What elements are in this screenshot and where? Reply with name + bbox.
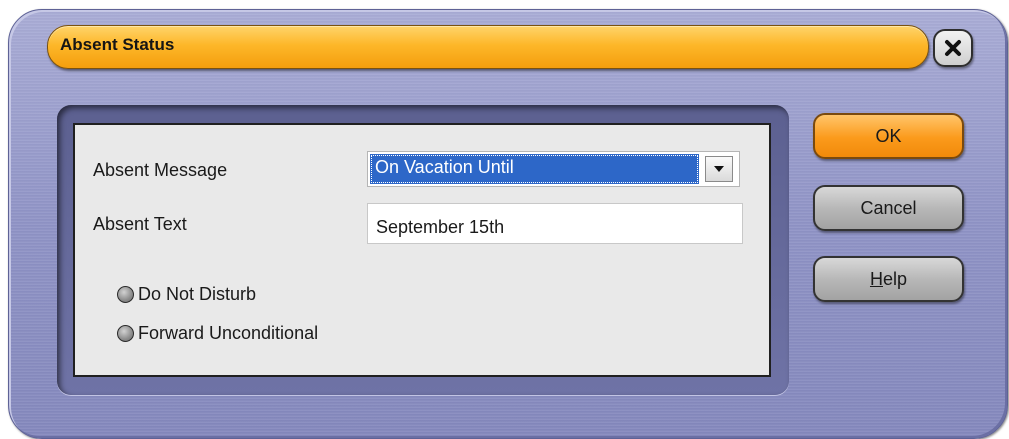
- title-bar[interactable]: Absent Status: [47, 25, 929, 69]
- do-not-disturb-label: Do Not Disturb: [138, 284, 257, 304]
- cancel-button-label: Cancel: [860, 197, 917, 218]
- dialog-title: Absent Status: [60, 35, 175, 54]
- cancel-button[interactable]: Cancel: [813, 185, 964, 231]
- close-button[interactable]: [933, 29, 973, 67]
- ok-button-label: OK: [875, 125, 902, 146]
- absent-message-select[interactable]: On Vacation Until: [367, 151, 740, 187]
- forward-unconditional-label: Forward Unconditional: [138, 323, 319, 343]
- absent-message-label: Absent Message: [93, 160, 228, 180]
- dropdown-arrow-button[interactable]: [705, 156, 733, 182]
- ok-button[interactable]: OK: [813, 113, 964, 159]
- do-not-disturb-option[interactable]: Do Not Disturb: [117, 284, 256, 305]
- absent-message-selected-value[interactable]: On Vacation Until: [370, 154, 699, 184]
- help-mnemonic-letter: H: [869, 268, 883, 289]
- help-label-rest: elp: [882, 268, 908, 289]
- help-button[interactable]: Help: [813, 256, 964, 302]
- forward-unconditional-radio[interactable]: [117, 325, 134, 342]
- close-x-icon: [945, 40, 961, 56]
- triangle-down-icon: [714, 166, 724, 172]
- absent-text-label: Absent Text: [93, 214, 187, 234]
- do-not-disturb-radio[interactable]: [117, 286, 134, 303]
- forward-unconditional-option[interactable]: Forward Unconditional: [117, 323, 318, 344]
- help-button-label: Help: [870, 269, 907, 290]
- absent-text-input[interactable]: [367, 203, 743, 244]
